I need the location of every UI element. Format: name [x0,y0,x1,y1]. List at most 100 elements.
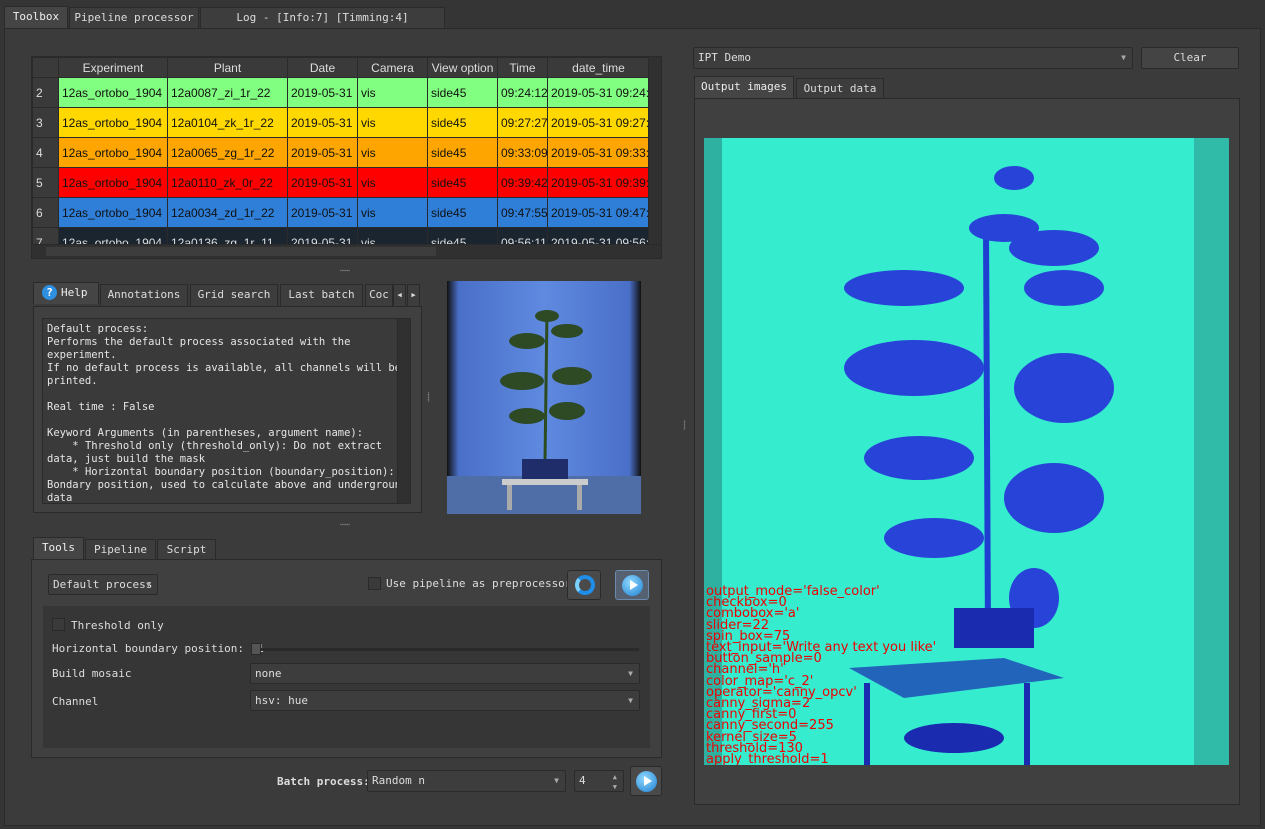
chevron-down-icon: ▼ [628,669,633,678]
row-number[interactable]: 2 [32,77,59,108]
tab-last-batch[interactable]: Last batch [280,284,363,306]
table-cell[interactable]: 12as_ortobo_1904 [58,137,168,168]
col-date[interactable]: Date [287,57,358,78]
run-button[interactable] [615,570,649,600]
table-cell[interactable]: 12a0034_zd_1r_22 [167,197,288,228]
chevron-down-icon: ▼ [1121,53,1126,62]
tab-output-data[interactable]: Output data [796,78,884,100]
help-text-box[interactable]: Default process: Performs the default pr… [42,318,411,504]
row-number[interactable]: 4 [32,137,59,168]
tab-output-images[interactable]: Output images [694,76,794,98]
col-view-option[interactable]: View option [427,57,498,78]
boundary-slider[interactable] [251,643,639,655]
tab-code[interactable]: Coc [365,284,393,306]
batch-run-button[interactable] [630,766,662,796]
threshold-only-checkbox[interactable] [52,618,65,631]
row-number[interactable]: 3 [32,107,59,138]
col-camera[interactable]: Camera [357,57,428,78]
col-plant[interactable]: Plant [167,57,288,78]
table-cell[interactable]: 12as_ortobo_1904 [58,107,168,138]
table-cell[interactable]: 09:39:42 [497,167,548,198]
tab-grid-search[interactable]: Grid search [190,284,278,306]
table-cell[interactable]: 2019-05-31 09:24:12 [547,77,650,108]
table-cell[interactable]: 2019-05-31 [287,197,358,228]
table-cell[interactable]: side45 [427,77,498,108]
help-scrollbar[interactable] [397,319,410,503]
process-combo[interactable]: Default process ▼ [48,574,158,595]
table-cell[interactable]: vis [357,197,428,228]
table-cell[interactable]: vis [357,107,428,138]
table-cell[interactable]: 12a0110_zk_0r_22 [167,167,288,198]
table-cell[interactable]: side45 [427,197,498,228]
splitter-handle-vertical[interactable]: ⋯⋯ [424,392,433,402]
chevron-down-icon: ▼ [628,696,633,705]
col-date-time[interactable]: date_time [547,57,650,78]
tab-log[interactable]: Log - [Info:7] [Timming:4] [Other:16] [200,7,445,44]
channel-combo[interactable]: hsv: hue ▼ [250,690,640,711]
table-cell[interactable]: 2019-05-31 [287,167,358,198]
table-cell[interactable]: side45 [427,107,498,138]
tab-tools[interactable]: Tools [33,537,84,559]
table-cell[interactable]: side45 [427,137,498,168]
table-cell[interactable]: 12a0065_zg_1r_22 [167,137,288,168]
batch-mode-combo[interactable]: Random n ▼ [367,770,566,792]
use-pipeline-checkbox[interactable] [368,577,381,590]
main-splitter[interactable]: ⋯⋯ [680,420,689,430]
splitter-handle-2[interactable]: ⋯⋯ [340,520,350,529]
spin-arrows-icon: ▲ ▼ [612,773,617,791]
table-cell[interactable]: 09:27:27 [497,107,548,138]
tab-scroll-left[interactable]: ◂ [393,284,406,306]
table-cell[interactable]: 12as_ortobo_1904 [58,197,168,228]
batch-count-value: 4 [579,774,586,787]
play-icon [622,575,643,596]
mosaic-combo[interactable]: none ▼ [250,663,640,684]
table-row[interactable]: 6 12as_ortobo_1904 12a0034_zd_1r_22 2019-05… [32,197,650,228]
tab-toolbox[interactable]: Toolbox [4,6,68,28]
table-cell[interactable]: 2019-05-31 09:27:27 [547,107,650,138]
table-cell[interactable]: 2019-05-31 [287,107,358,138]
pipeline-combo-value: IPT Demo [698,51,751,64]
table-cell[interactable]: 12as_ortobo_1904 [58,77,168,108]
tab-script[interactable]: Script [157,539,216,561]
table-cell[interactable]: 12a0087_zi_1r_22 [167,77,288,108]
table-cell[interactable]: 2019-05-31 [287,77,358,108]
clear-button[interactable]: Clear [1141,47,1239,69]
slider-handle[interactable] [251,643,261,655]
splitter-handle[interactable]: ⋯⋯ [340,266,350,275]
output-image[interactable]: output_mode='false_color' checkbox=0 com… [704,138,1229,765]
tab-pipeline[interactable]: Pipeline [85,539,156,561]
tab-scroll-right[interactable]: ▸ [407,284,420,306]
tab-help[interactable]: ? Help [33,282,99,304]
pipeline-combo[interactable]: IPT Demo ▼ [693,47,1133,69]
table-cell[interactable]: 2019-05-31 09:39:42 [547,167,650,198]
table-row[interactable]: 2 12as_ortobo_1904 12a0087_zi_1r_22 2019-05… [32,77,650,108]
table-cell[interactable]: side45 [427,167,498,198]
table-cell[interactable]: 12as_ortobo_1904 [58,167,168,198]
table-cell[interactable]: 2019-05-31 09:33:09 [547,137,650,168]
table-horizontal-scrollbar[interactable] [32,244,661,258]
table-row[interactable]: 4 12as_ortobo_1904 12a0065_zg_1r_22 2019-05… [32,137,650,168]
table-cell[interactable]: vis [357,137,428,168]
table-row[interactable]: 3 12as_ortobo_1904 12a0104_zk_1r_22 2019-05… [32,107,650,138]
table-cell[interactable]: vis [357,167,428,198]
refresh-button[interactable] [567,570,601,600]
table-cell[interactable]: 09:47:55 [497,197,548,228]
table-cell[interactable]: vis [357,77,428,108]
tab-annotations[interactable]: Annotations [100,284,188,306]
col-experiment[interactable]: Experiment [58,57,168,78]
table-cell[interactable]: 09:33:09 [497,137,548,168]
batch-count-spinbox[interactable]: 4 ▲ ▼ [574,770,624,792]
tab-pipeline-processor[interactable]: Pipeline processor [69,7,199,29]
table-cell[interactable]: 2019-05-31 09:47:55 [547,197,650,228]
table-cell[interactable]: 2019-05-31 [287,137,358,168]
help-text: Default process: Performs the default pr… [47,323,408,504]
table-cell[interactable]: 12a0104_zk_1r_22 [167,107,288,138]
experiment-table[interactable]: Experiment Plant Date Camera View option… [31,56,662,259]
table-vertical-scrollbar[interactable] [648,57,661,245]
table-cell[interactable]: 09:24:12 [497,77,548,108]
plant-thumbnail[interactable] [447,281,641,514]
col-time[interactable]: Time [497,57,548,78]
table-row[interactable]: 5 12as_ortobo_1904 12a0110_zk_0r_22 2019-05… [32,167,650,198]
row-number[interactable]: 6 [32,197,59,228]
row-number[interactable]: 5 [32,167,59,198]
